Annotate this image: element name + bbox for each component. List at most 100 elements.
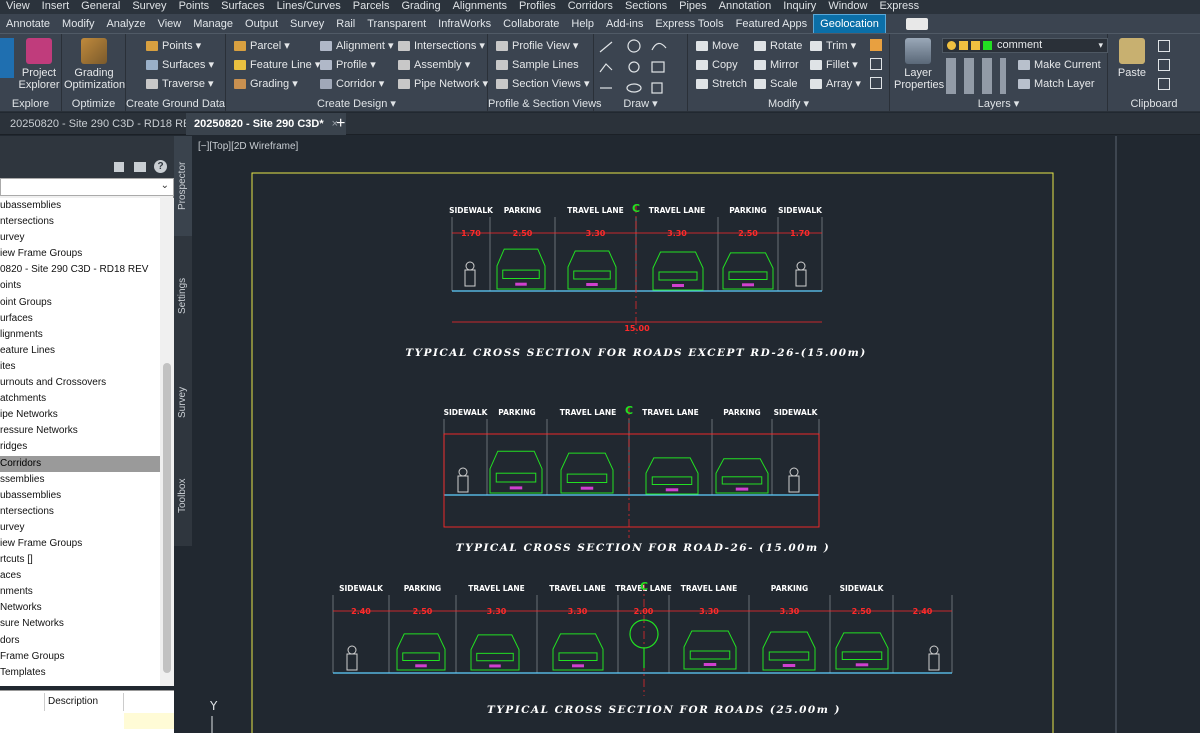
- grading-button[interactable]: Grading ▾: [234, 77, 298, 91]
- ribbon-tab[interactable]: InfraWorks: [432, 14, 497, 33]
- drawing-viewport[interactable]: Y SIDEWALK PARKING TRAVEL LANE TRAVEL LANE PA…: [192, 136, 1200, 733]
- ribbon-tab[interactable]: Output: [239, 14, 284, 33]
- ribbon-tab[interactable]: Rail: [330, 14, 361, 33]
- tab-survey[interactable]: Survey: [174, 352, 192, 452]
- tree-item[interactable]: urfaces: [0, 311, 160, 327]
- menu-item[interactable]: Profiles: [513, 0, 562, 12]
- tree-item[interactable]: rtcuts []: [0, 552, 160, 568]
- modify-title[interactable]: Modify ▾: [688, 97, 889, 110]
- tree-item[interactable]: iew Frame Groups: [0, 536, 160, 552]
- sample-lines-button[interactable]: Sample Lines: [496, 58, 579, 72]
- tree-view-icon[interactable]: [114, 162, 124, 172]
- cube-icon[interactable]: [0, 38, 14, 78]
- tree-item[interactable]: eature Lines: [0, 343, 160, 359]
- move-button[interactable]: Move: [696, 39, 739, 53]
- corridor-button[interactable]: Corridor ▾: [320, 77, 384, 91]
- draw-tools-icons[interactable]: [594, 36, 688, 96]
- ribbon-tab[interactable]: Help: [565, 14, 600, 33]
- tree-item[interactable]: ubassemblies: [0, 488, 160, 504]
- scale-button[interactable]: Scale: [754, 77, 798, 91]
- tree-item[interactable]: dors: [0, 633, 160, 649]
- ribbon-tab[interactable]: Featured Apps: [730, 14, 814, 33]
- create-design-title[interactable]: Create Design ▾: [226, 97, 487, 110]
- project-explorer-button[interactable]: Project Explorer: [18, 38, 60, 91]
- menu-item[interactable]: Sections: [619, 0, 673, 12]
- alignment-button[interactable]: Alignment ▾: [320, 39, 394, 53]
- menu-item[interactable]: Insert: [36, 0, 76, 12]
- array-button[interactable]: Array ▾: [810, 77, 861, 91]
- tree-item[interactable]: atchments: [0, 391, 160, 407]
- paste-button[interactable]: Paste: [1114, 38, 1150, 79]
- tree-item[interactable]: ntersections: [0, 214, 160, 230]
- ribbon-tab[interactable]: Manage: [187, 14, 239, 33]
- menu-item[interactable]: Alignments: [447, 0, 513, 12]
- ribbon-tab[interactable]: Add-ins: [600, 14, 649, 33]
- feature-line-button[interactable]: Feature Line ▾: [234, 58, 320, 72]
- menu-item[interactable]: View: [0, 0, 36, 12]
- menu-item[interactable]: Parcels: [347, 0, 396, 12]
- preview-icon[interactable]: [134, 162, 146, 172]
- copy-button[interactable]: Copy: [696, 58, 738, 72]
- tree-item[interactable]: ntersections: [0, 504, 160, 520]
- help-icon[interactable]: ?: [154, 160, 167, 173]
- layers-title[interactable]: Layers ▾: [890, 97, 1107, 110]
- tree-item[interactable]: nments: [0, 584, 160, 600]
- tree-item[interactable]: ites: [0, 359, 160, 375]
- menu-item[interactable]: Grading: [395, 0, 446, 12]
- ribbon-tab[interactable]: Survey: [284, 14, 330, 33]
- surfaces-button[interactable]: Surfaces ▾: [146, 58, 214, 72]
- rotate-button[interactable]: Rotate: [754, 39, 802, 53]
- tree-item[interactable]: urvey: [0, 520, 160, 536]
- tree-item[interactable]: Corridors: [0, 455, 160, 472]
- tree-item[interactable]: oints: [0, 278, 160, 294]
- tree-item[interactable]: oint Groups: [0, 295, 160, 311]
- section-views-button[interactable]: Section Views ▾: [496, 77, 589, 91]
- ribbon-tab[interactable]: Analyze: [100, 14, 151, 33]
- copy-base-icon[interactable]: [1158, 78, 1170, 90]
- tree-item[interactable]: Frame Groups: [0, 649, 160, 665]
- ribbon-tab[interactable]: Collaborate: [497, 14, 565, 33]
- tree-item[interactable]: ipe Networks: [0, 407, 160, 423]
- tree-item[interactable]: sure Networks: [0, 616, 160, 632]
- tree-item[interactable]: ridges: [0, 439, 160, 455]
- ribbon-toggle-icon[interactable]: [905, 18, 928, 31]
- layer-properties-button[interactable]: Layer Properties: [894, 38, 944, 91]
- tree-item[interactable]: 0820 - Site 290 C3D - RD18 REV: [0, 262, 160, 278]
- tab-toolbox[interactable]: Toolbox: [174, 446, 192, 546]
- match-layer-button[interactable]: Match Layer: [1018, 77, 1095, 91]
- menu-item[interactable]: Annotation: [713, 0, 778, 12]
- menu-item[interactable]: Lines/Curves: [271, 0, 347, 12]
- points-button[interactable]: Points ▾: [146, 39, 201, 53]
- view-combo[interactable]: ⌄: [0, 178, 174, 196]
- offset-icon[interactable]: [870, 77, 882, 89]
- menu-item[interactable]: Points: [173, 0, 216, 12]
- menu-item[interactable]: Corridors: [562, 0, 619, 12]
- grading-optimization-button[interactable]: Grading Optimization: [64, 38, 125, 91]
- tree-item[interactable]: ubassemblies: [0, 198, 160, 214]
- menu-item[interactable]: Pipes: [673, 0, 713, 12]
- tree-item[interactable]: urvey: [0, 230, 160, 246]
- erase-icon[interactable]: [870, 39, 882, 51]
- layer-tools-icons[interactable]: [946, 58, 1006, 94]
- menu-item[interactable]: Survey: [126, 0, 172, 12]
- make-current-button[interactable]: Make Current: [1018, 58, 1101, 72]
- tree-item[interactable]: Templates: [0, 665, 160, 681]
- menu-item[interactable]: General: [75, 0, 126, 12]
- new-tab-icon[interactable]: +: [336, 113, 345, 135]
- fillet-button[interactable]: Fillet ▾: [810, 58, 858, 72]
- traverse-button[interactable]: Traverse ▾: [146, 77, 214, 91]
- pipe-network-button[interactable]: Pipe Network ▾: [398, 77, 488, 91]
- parcel-button[interactable]: Parcel ▾: [234, 39, 290, 53]
- ribbon-tab[interactable]: Geolocation: [813, 14, 886, 33]
- draw-title[interactable]: Draw ▾: [594, 97, 687, 110]
- copy-clip-icon[interactable]: [1158, 59, 1170, 71]
- tree-item[interactable]: lignments: [0, 327, 160, 343]
- tree-item[interactable]: ssemblies: [0, 472, 160, 488]
- menu-item[interactable]: Window: [822, 0, 873, 12]
- cut-icon[interactable]: [1158, 40, 1170, 52]
- tree-item[interactable]: aces: [0, 568, 160, 584]
- tree-item[interactable]: Networks: [0, 600, 160, 616]
- tree-scrollbar[interactable]: [160, 198, 174, 686]
- doc-tab-site290[interactable]: 20250820 - Site 290 C3D* ×: [186, 113, 347, 135]
- profile-view-button[interactable]: Profile View ▾: [496, 39, 578, 53]
